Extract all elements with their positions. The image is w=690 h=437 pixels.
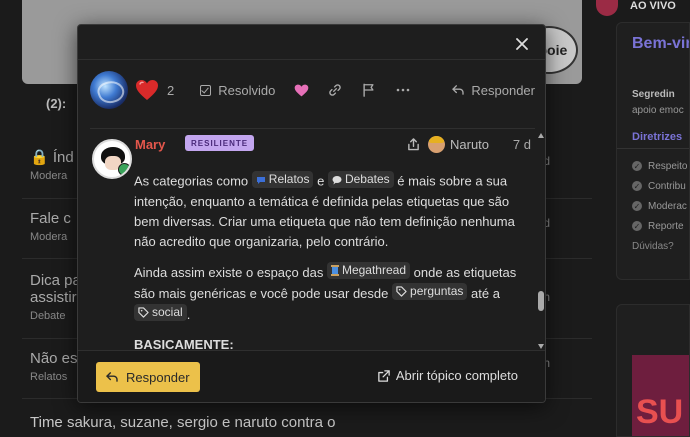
tag-icon: [396, 285, 407, 297]
open-full-topic-link[interactable]: Abrir tópico completo: [378, 368, 518, 383]
reply-button[interactable]: Responder: [452, 83, 535, 98]
external-link-icon: [378, 369, 390, 382]
check-circle-icon: ✓: [632, 201, 642, 211]
user-title-badge: RESILIENTE: [185, 135, 255, 151]
reply-to-indicator[interactable]: Naruto: [407, 136, 489, 153]
sidebar-rules-list: ✓ Respeito ✓ Contribu ✓ Moderac ✓ Reporte: [632, 156, 687, 236]
like-button[interactable]: [289, 78, 313, 102]
check-circle-icon: ✓: [632, 161, 642, 171]
rule-item: ✓ Respeito: [632, 160, 688, 172]
post-paragraph: As categorias como Relatos e Debates é m…: [134, 171, 515, 249]
post-header: Mary RESILIENTE Naruto 7 d: [92, 135, 531, 179]
post-paragraph: Ainda assim existe o espaço das Megathre…: [134, 261, 517, 322]
speech-bubble-icon: [256, 175, 266, 185]
resolved-button[interactable]: Resolvido: [200, 83, 275, 98]
post-actions-bar: 2 Resolvido Responder: [90, 69, 535, 111]
sidebar-promo-card: SU: [616, 304, 690, 437]
check-circle-icon: ✓: [632, 181, 642, 191]
scroll-up-arrow[interactable]: [538, 133, 544, 138]
rule-item: ✓ Reporte: [632, 220, 684, 232]
more-options-button[interactable]: [391, 78, 415, 102]
sidebar-welcome-card: Bem-vindo ao Segredinho Segredinapoio em…: [616, 22, 690, 280]
rule-item: ✓ Contribu: [632, 180, 686, 192]
post-paragraph: BASICAMENTE:: [134, 336, 234, 350]
rule-item: ✓ Moderac: [632, 200, 687, 212]
avatar[interactable]: [92, 139, 132, 179]
heart-emoji-icon[interactable]: [135, 79, 159, 101]
category-chip-megathread[interactable]: Megathread: [326, 261, 410, 279]
check-circle-icon: ✓: [632, 221, 642, 231]
avatar[interactable]: [90, 71, 128, 109]
share-icon: [408, 138, 419, 151]
tag-chip-perguntas[interactable]: perguntas: [392, 282, 468, 300]
shield-badge-icon: [118, 163, 130, 176]
sidebar-heading[interactable]: Bem-vindo ao Segredinho: [632, 33, 689, 54]
divider: [617, 148, 689, 149]
avatar: [428, 136, 445, 153]
scroll-down-arrow[interactable]: [538, 344, 544, 349]
sidebar-doubts: Dúvidas?: [632, 241, 674, 252]
post-date[interactable]: 7 d: [513, 137, 531, 152]
flag-button[interactable]: [356, 78, 380, 102]
sidebar-intro: Segredin apoio emoc: [632, 89, 684, 116]
checkbox-icon: [200, 84, 212, 96]
reply-arrow-icon: [452, 85, 465, 95]
tag-icon: [138, 306, 149, 318]
promo-image[interactable]: SU: [632, 355, 689, 436]
close-icon: [516, 38, 528, 50]
heart-icon: [294, 84, 309, 96]
flag-icon: [363, 83, 374, 97]
likes-count: 2: [167, 82, 175, 98]
list-item[interactable]: Time sakura, suzane, sergio e naruto con…: [30, 414, 590, 431]
copy-link-button[interactable]: [323, 78, 347, 102]
topic-preview-modal: 2 Resolvido Responder Mary RESILIENTE Na…: [77, 24, 546, 403]
category-chip-relatos[interactable]: Relatos: [251, 171, 314, 188]
chat-icon: [332, 175, 342, 185]
username[interactable]: Mary: [135, 137, 165, 152]
link-icon: [329, 84, 342, 96]
content-scrollbar[interactable]: [537, 133, 545, 349]
close-button[interactable]: [511, 33, 533, 55]
reply-primary-button[interactable]: Responder: [96, 362, 200, 392]
reply-arrow-icon: [106, 372, 118, 382]
ellipsis-icon: [397, 88, 410, 92]
replies-count: (2):: [46, 96, 67, 111]
thread-spool-icon: [330, 264, 339, 276]
post-content: As categorias como Relatos e Debates é m…: [134, 171, 530, 349]
live-label[interactable]: AO VIVO: [630, 0, 676, 12]
category-chip-debates[interactable]: Debates: [327, 171, 394, 188]
live-indicator-icon[interactable]: [596, 0, 618, 16]
tag-chip-social[interactable]: social: [134, 303, 187, 321]
scroll-thumb[interactable]: [538, 291, 544, 311]
sidebar-rules-title: Diretrizes: [632, 131, 683, 143]
divider: [78, 59, 545, 60]
modal-footer: Responder Abrir tópico completo: [78, 350, 545, 402]
divider: [90, 128, 535, 129]
